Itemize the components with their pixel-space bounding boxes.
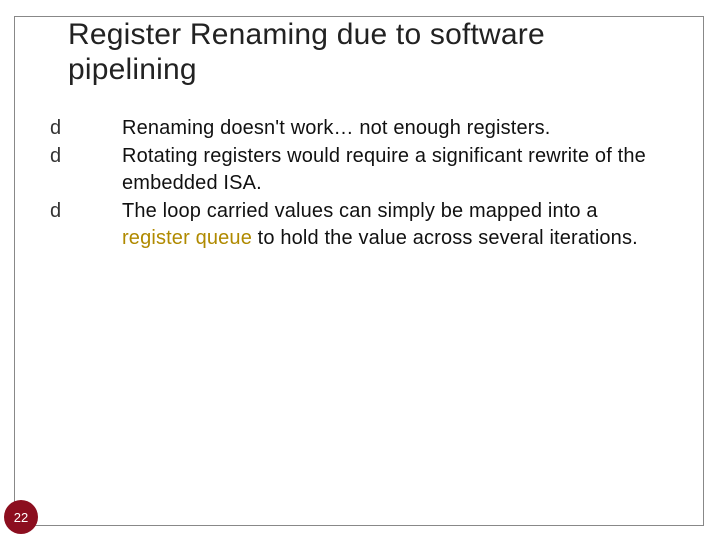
bullet-icon: d bbox=[86, 115, 122, 141]
slide: Register Renaming due to software pipeli… bbox=[0, 0, 720, 540]
bullet-text: The loop carried values can simply be ma… bbox=[122, 200, 598, 222]
slide-title: Register Renaming due to software pipeli… bbox=[64, 18, 664, 93]
bullet-accent: register queue bbox=[122, 227, 252, 249]
bullet-icon: d bbox=[86, 143, 122, 169]
slide-body: dRenaming doesn't work… not enough regis… bbox=[86, 115, 664, 251]
bullet-icon: d bbox=[86, 198, 122, 224]
bullet-text: Renaming doesn't work… not enough regist… bbox=[122, 117, 550, 139]
bullet-item: dRenaming doesn't work… not enough regis… bbox=[86, 115, 664, 141]
page-number-badge: 22 bbox=[4, 500, 38, 534]
bullet-item: dRotating registers would require a sign… bbox=[86, 143, 664, 196]
bullet-text-post: to hold the value across several iterati… bbox=[252, 227, 638, 249]
bullet-text: Rotating registers bbox=[122, 145, 281, 167]
bullet-item: dThe loop carried values can simply be m… bbox=[86, 198, 664, 251]
